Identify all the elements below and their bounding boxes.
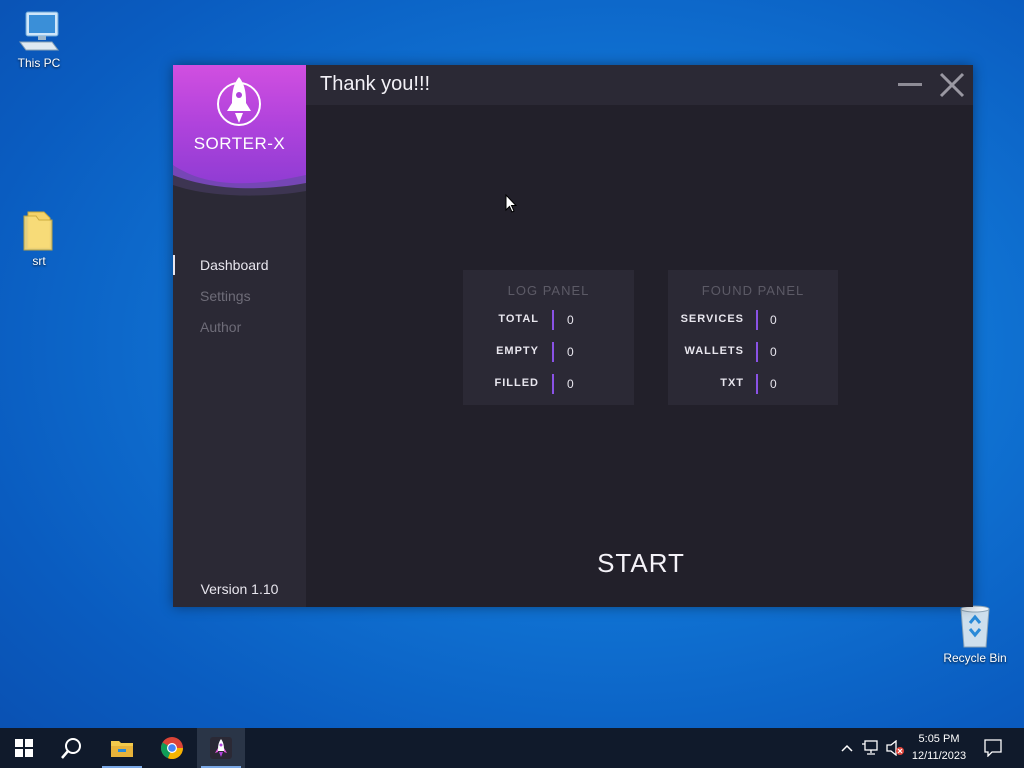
row-label: WALLETS [684, 345, 744, 357]
log-panel: LOG PANEL TOTAL 0 EMPTY 0 FILLED 0 [463, 270, 634, 405]
desktop-icon-this-pc[interactable]: This PC [1, 10, 77, 70]
close-button[interactable] [938, 71, 966, 99]
sidebar: SORTER-X Dashboard Settings Author Versi… [173, 65, 306, 607]
log-row-total: TOTAL 0 [463, 310, 634, 330]
found-row-services: SERVICES 0 [668, 310, 838, 330]
row-label: SERVICES [680, 313, 744, 325]
nav-item-author[interactable]: Author [173, 315, 306, 346]
title-bar[interactable]: Thank you!!! [306, 65, 973, 105]
sorter-x-window: SORTER-X Dashboard Settings Author Versi… [173, 65, 973, 607]
taskbar-sorter-x[interactable] [197, 728, 245, 768]
nav-item-dashboard[interactable]: Dashboard [173, 253, 306, 284]
row-value: 0 [770, 313, 777, 327]
row-divider [756, 374, 758, 394]
row-divider [552, 342, 554, 362]
nav-item-settings[interactable]: Settings [173, 284, 306, 315]
row-label: FILLED [494, 377, 539, 389]
desktop-icon-recycle-bin[interactable]: Recycle Bin [937, 603, 1013, 665]
row-value: 0 [567, 377, 574, 391]
row-label: TOTAL [498, 313, 539, 325]
taskbar: 5:05 PM 12/11/2023 [0, 728, 1024, 768]
brand-header: SORTER-X [173, 65, 306, 201]
clock-time: 5:05 PM [918, 733, 960, 745]
row-label: EMPTY [496, 345, 539, 357]
row-value: 0 [770, 345, 777, 359]
row-label: TXT [720, 377, 744, 389]
recycle-bin-icon [960, 605, 990, 648]
main-area: Thank you!!! LOG PANEL TOTAL 0 EMPTY 0 F [306, 65, 973, 607]
row-divider [552, 374, 554, 394]
row-value: 0 [567, 345, 574, 359]
rocket-app-icon [210, 737, 232, 759]
network-tray-button[interactable] [860, 728, 882, 768]
volume-tray-button[interactable] [884, 728, 906, 768]
found-row-wallets: WALLETS 0 [668, 342, 838, 362]
found-row-txt: TXT 0 [668, 374, 838, 394]
clock-date: 12/11/2023 [911, 750, 967, 762]
row-divider [756, 342, 758, 362]
chrome-icon [160, 737, 184, 760]
windows-logo-icon [15, 739, 33, 757]
desktop-icon-srt-folder[interactable]: srt [1, 208, 77, 268]
found-panel: FOUND PANEL SERVICES 0 WALLETS 0 TXT 0 [668, 270, 838, 405]
chevron-up-icon [841, 744, 853, 752]
file-explorer-icon [111, 741, 133, 757]
folder-icon [23, 211, 53, 251]
log-row-empty: EMPTY 0 [463, 342, 634, 362]
rocket-logo-icon [217, 77, 261, 126]
row-value: 0 [770, 377, 777, 391]
row-divider [756, 310, 758, 330]
desktop-icon-label: Recycle Bin [943, 651, 1007, 665]
system-clock[interactable]: 5:05 PM 12/11/2023 [906, 731, 972, 765]
row-value: 0 [567, 313, 574, 327]
notification-icon [984, 739, 1002, 757]
desktop-icon-label: srt [32, 254, 46, 268]
brand-wave-decoration [173, 165, 306, 201]
search-icon [61, 738, 81, 759]
search-button[interactable] [48, 728, 96, 768]
log-panel-title: LOG PANEL [507, 283, 590, 298]
show-hidden-icons-button[interactable] [838, 728, 856, 768]
found-panel-title: FOUND PANEL [701, 283, 805, 298]
notifications-button[interactable] [978, 728, 1008, 768]
taskbar-chrome[interactable] [148, 728, 196, 768]
computer-icon [19, 11, 59, 51]
window-title: Thank you!!! [320, 73, 431, 95]
row-divider [552, 310, 554, 330]
log-row-filled: FILLED 0 [463, 374, 634, 394]
close-icon [939, 72, 965, 98]
minimize-button[interactable] [896, 73, 924, 97]
start-button[interactable]: START [586, 548, 696, 579]
sidebar-nav: Dashboard Settings Author [173, 253, 306, 346]
volume-muted-icon [886, 740, 904, 756]
network-icon [862, 740, 878, 755]
brand-name: SORTER-X [193, 134, 286, 153]
start-menu-button[interactable] [0, 728, 48, 768]
taskbar-file-explorer[interactable] [98, 728, 146, 768]
desktop-icon-label: This PC [17, 56, 61, 70]
version-label: Version 1.10 [200, 581, 279, 597]
